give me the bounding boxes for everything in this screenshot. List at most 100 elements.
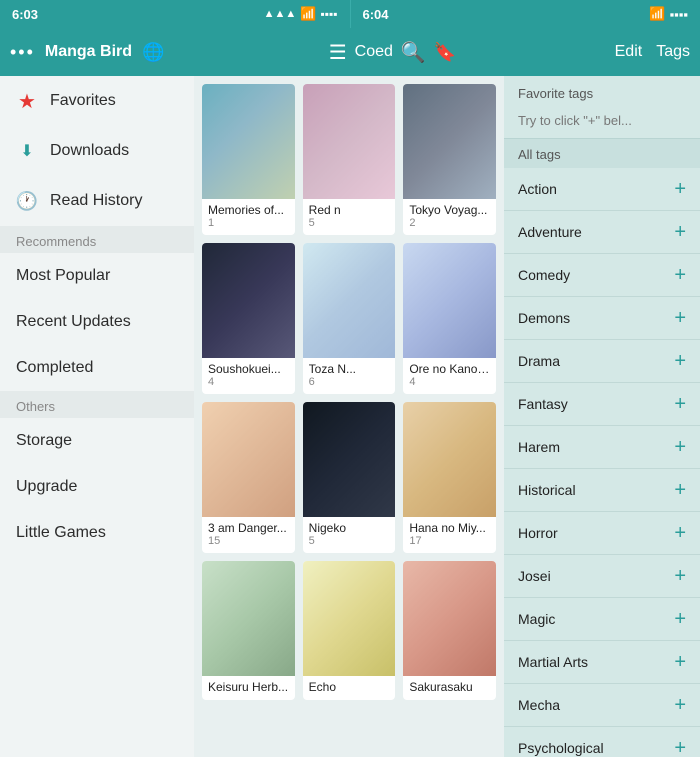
manga-card-6[interactable]: 3 am Danger...15 <box>202 402 295 553</box>
tag-item-mecha[interactable]: Mecha + <box>504 684 700 727</box>
manga-title-3: Soushokuei... <box>208 362 289 376</box>
sidebar-item-favorites[interactable]: ★ Favorites <box>0 76 194 126</box>
manga-card-0[interactable]: Memories of...1 <box>202 84 295 235</box>
manga-grid: Memories of...1Red n5Tokyo Voyag...2Sous… <box>202 84 496 700</box>
menu-icon[interactable]: ☰ <box>329 40 347 65</box>
manga-card-8[interactable]: Hana no Miy...17 <box>403 402 496 553</box>
tag-add-icon[interactable]: + <box>674 566 686 586</box>
tag-label: Adventure <box>518 224 582 240</box>
app-name: Manga Bird <box>45 43 132 61</box>
coed-tab-label[interactable]: Coed <box>355 43 393 61</box>
manga-title-4: Toza N... <box>309 362 390 376</box>
right-status-icons: 📶 ▪▪▪▪ <box>649 6 688 22</box>
tag-label: Fantasy <box>518 396 568 412</box>
manga-card-5[interactable]: Ore no Kanoj...4 <box>403 243 496 394</box>
manga-card-4[interactable]: Toza N...6 <box>303 243 396 394</box>
manga-card-9[interactable]: Keisuru Herb... <box>202 561 295 700</box>
tag-add-icon[interactable]: + <box>674 351 686 371</box>
tag-item-drama[interactable]: Drama + <box>504 340 700 383</box>
sidebar-item-recent-updates[interactable]: Recent Updates <box>0 299 194 345</box>
tag-item-psychological[interactable]: Psychological + <box>504 727 700 757</box>
tags-list: Action+Adventure+Comedy+Demons+Drama+Fan… <box>504 168 700 757</box>
sidebar-downloads-label: Downloads <box>50 142 129 160</box>
tag-add-icon[interactable]: + <box>674 738 686 757</box>
manga-title-9: Keisuru Herb... <box>208 680 289 694</box>
tag-label: Drama <box>518 353 560 369</box>
manga-card-2[interactable]: Tokyo Voyag...2 <box>403 84 496 235</box>
manga-cover-6 <box>202 402 295 517</box>
edit-button[interactable]: Edit <box>615 43 643 61</box>
tags-panel: Favorite tags Try to click "+" bel... Al… <box>504 76 700 757</box>
tag-label: Harem <box>518 439 560 455</box>
bookmark-icon[interactable]: 🔖 <box>434 42 456 63</box>
manga-cover-8 <box>403 402 496 517</box>
tag-add-icon[interactable]: + <box>674 308 686 328</box>
tag-add-icon[interactable]: + <box>674 609 686 629</box>
clock-icon: 🕐 <box>16 190 38 212</box>
tag-item-horror[interactable]: Horror+ <box>504 512 700 555</box>
all-tags-header: All tags <box>504 139 700 168</box>
manga-cover-4 <box>303 243 396 358</box>
tag-label: Martial Arts <box>518 654 588 670</box>
tag-add-icon[interactable]: + <box>674 222 686 242</box>
sidebar-item-read-history[interactable]: 🕐 Read History <box>0 176 194 226</box>
tag-add-icon[interactable]: + <box>674 523 686 543</box>
tag-item-comedy[interactable]: Comedy+ <box>504 254 700 297</box>
tag-add-icon[interactable]: + <box>674 652 686 672</box>
tag-add-icon[interactable]: + <box>674 394 686 414</box>
manga-title-8: Hana no Miy... <box>409 521 490 535</box>
tag-add-icon[interactable]: + <box>674 695 686 715</box>
manga-title-0: Memories of... <box>208 203 289 217</box>
more-dots-button[interactable]: ••• <box>10 42 35 63</box>
tag-label: Psychological <box>518 740 604 756</box>
tag-item-historical[interactable]: Historical+ <box>504 469 700 512</box>
manga-title-2: Tokyo Voyag... <box>409 203 490 217</box>
sidebar-item-little-games[interactable]: Little Games <box>0 510 194 556</box>
manga-card-10[interactable]: Echo <box>303 561 396 700</box>
sidebar-item-completed[interactable]: Completed <box>0 345 194 391</box>
tag-item-action[interactable]: Action+ <box>504 168 700 211</box>
others-header: Others <box>0 391 194 418</box>
manga-card-11[interactable]: Sakurasaku <box>403 561 496 700</box>
recent-updates-label: Recent Updates <box>16 313 131 331</box>
tag-add-icon[interactable]: + <box>674 437 686 457</box>
tag-item-harem[interactable]: Harem + <box>504 426 700 469</box>
manga-title-11: Sakurasaku <box>409 680 490 694</box>
tags-hint: Try to click "+" bel... <box>504 107 700 139</box>
manga-title-1: Red n <box>309 203 390 217</box>
completed-label: Completed <box>16 359 93 377</box>
sidebar-item-most-popular[interactable]: Most Popular <box>0 253 194 299</box>
tag-item-magic[interactable]: Magic + <box>504 598 700 641</box>
tag-item-fantasy[interactable]: Fantasy + <box>504 383 700 426</box>
tag-add-icon[interactable]: + <box>674 480 686 500</box>
tag-add-icon[interactable]: + <box>674 265 686 285</box>
manga-cover-5 <box>403 243 496 358</box>
manga-card-1[interactable]: Red n5 <box>303 84 396 235</box>
manga-card-3[interactable]: Soushokuei...4 <box>202 243 295 394</box>
manga-count-2: 2 <box>409 217 490 229</box>
manga-title-7: Nigeko <box>309 521 390 535</box>
tag-add-icon[interactable]: + <box>674 179 686 199</box>
globe-icon[interactable]: 🌐 <box>142 42 164 63</box>
tag-item-adventure[interactable]: Adventure + <box>504 211 700 254</box>
search-icon[interactable]: 🔍 <box>401 40 426 65</box>
storage-label: Storage <box>16 432 72 450</box>
manga-count-7: 5 <box>309 535 390 547</box>
tag-label: Magic <box>518 611 555 627</box>
sidebar-item-downloads[interactable]: ⬇ Downloads <box>0 126 194 176</box>
manga-card-7[interactable]: Nigeko5 <box>303 402 396 553</box>
tag-item-demons[interactable]: Demons+ <box>504 297 700 340</box>
sidebar-item-upgrade[interactable]: Upgrade <box>0 464 194 510</box>
tag-item-martial-arts[interactable]: Martial Arts + <box>504 641 700 684</box>
manga-count-4: 6 <box>309 376 390 388</box>
sidebar: ★ Favorites ⬇ Downloads 🕐 Read History R… <box>0 76 194 757</box>
sidebar-favorites-label: Favorites <box>50 92 116 110</box>
sidebar-item-storage[interactable]: Storage <box>0 418 194 464</box>
left-status-icons: ▲▲▲ 📶 ▪▪▪▪ <box>264 6 338 22</box>
recommends-header: Recommends <box>0 226 194 253</box>
tags-button[interactable]: Tags <box>656 43 690 61</box>
tag-label: Mecha <box>518 697 560 713</box>
tag-item-josei[interactable]: Josei+ <box>504 555 700 598</box>
manga-count-8: 17 <box>409 535 490 547</box>
manga-cover-3 <box>202 243 295 358</box>
